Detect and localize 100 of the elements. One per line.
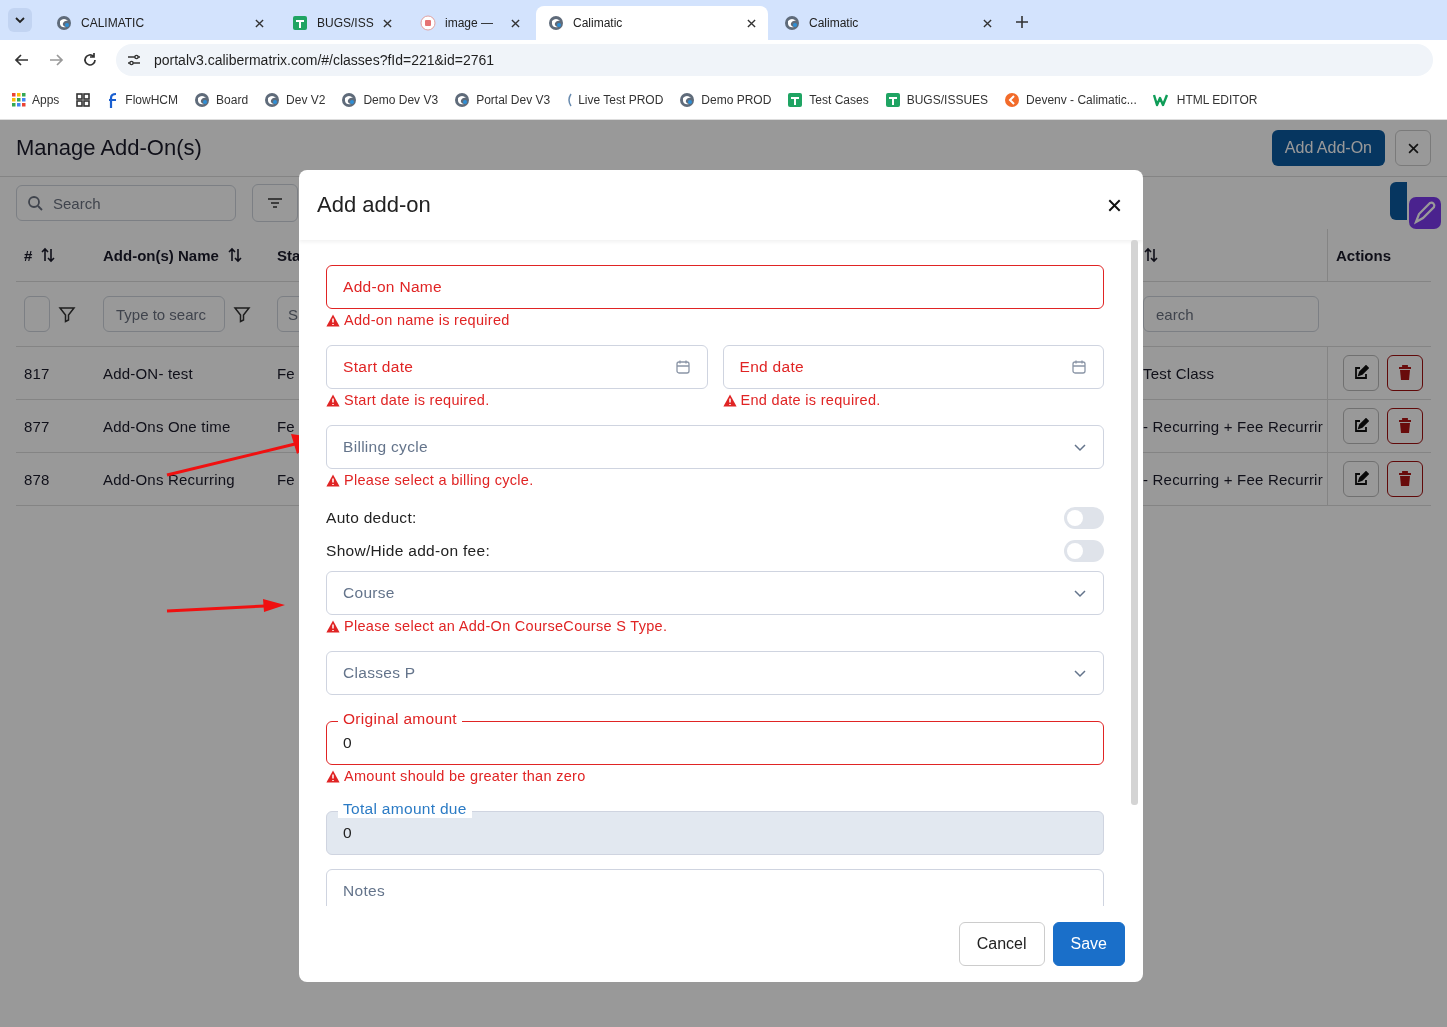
table-cell: Test Class xyxy=(1143,364,1215,382)
column-filter-field[interactable]: earch xyxy=(1143,296,1319,332)
browser-tab[interactable]: CALIMATIC xyxy=(44,6,276,40)
delete-button[interactable] xyxy=(1387,461,1423,497)
toggle-label: Show/Hide add-on fee: xyxy=(326,542,490,560)
close-icon[interactable] xyxy=(747,18,756,28)
bookmark[interactable]: HTML EDITOR xyxy=(1152,92,1258,107)
error-message: Add-on name is required xyxy=(344,312,510,328)
close-icon[interactable] xyxy=(255,18,264,28)
column-filter-field[interactable]: Type to searc xyxy=(103,296,225,332)
close-icon[interactable] xyxy=(983,18,992,28)
page-title: Manage Add-On(s) xyxy=(16,135,203,161)
close-icon[interactable] xyxy=(511,18,520,28)
edit-button[interactable] xyxy=(1343,355,1379,391)
add-button[interactable]: Add Add-On xyxy=(1271,130,1385,166)
save-button[interactable]: Save xyxy=(1052,922,1125,966)
date-field[interactable]: Start date xyxy=(326,345,708,389)
warning-icon xyxy=(326,393,340,407)
sort-icon[interactable] xyxy=(40,247,57,263)
back-icon[interactable] xyxy=(14,52,30,68)
grid-icon xyxy=(75,91,92,108)
bookmark[interactable]: FlowHCM xyxy=(107,91,179,108)
delete-button[interactable] xyxy=(1387,355,1423,391)
floating-label: Original amount xyxy=(338,710,462,728)
select-field[interactable]: Course xyxy=(326,571,1104,615)
globe-icon xyxy=(264,91,281,108)
table-cell: Fe xyxy=(277,417,295,435)
warning-icon xyxy=(722,393,737,407)
error-message: Amount should be greater than zero xyxy=(344,768,586,784)
bookmark[interactable]: BUGS/ISSUES xyxy=(884,91,989,108)
bookmark[interactable]: Demo PROD xyxy=(679,91,772,108)
cancel-button[interactable]: Cancel xyxy=(958,922,1045,966)
date-field[interactable]: End date xyxy=(722,345,1104,389)
close-icon[interactable] xyxy=(383,18,392,28)
browser-tab[interactable]: image — xyxy=(408,6,532,40)
globe-icon xyxy=(454,91,471,108)
calendar-icon[interactable] xyxy=(1071,359,1087,375)
address-bar[interactable]: portalv3.calibermatrix.com/#/classes?fId=221&id=2761 xyxy=(116,44,1433,76)
error-message: End date is required. xyxy=(740,392,881,408)
edit-button[interactable] xyxy=(1343,408,1379,444)
text-field[interactable]: Add-on Name xyxy=(326,265,1104,309)
warning-icon xyxy=(326,619,340,633)
bookmark[interactable]: Test Cases xyxy=(787,91,869,108)
trash-icon xyxy=(1398,365,1412,381)
tab-menu-button[interactable] xyxy=(8,8,32,32)
table-cell: Fe xyxy=(277,364,295,382)
bookmark[interactable]: Live Test PROD xyxy=(566,91,664,108)
search-field[interactable]: Search xyxy=(16,185,236,221)
site-settings-icon xyxy=(126,52,142,68)
table-cell: Add-ON- test xyxy=(103,364,193,382)
filter-icon[interactable] xyxy=(58,305,76,323)
browser-tab[interactable]: BUGS/ISS xyxy=(280,6,404,40)
toggle-label: Auto deduct: xyxy=(326,509,417,527)
column-header: Sta xyxy=(277,246,301,264)
browser-tab[interactable]: Calimatic xyxy=(536,6,768,40)
filter-button[interactable] xyxy=(1390,182,1407,220)
globe-icon xyxy=(341,91,358,108)
devenv-logo-icon xyxy=(1004,91,1021,108)
sort-icon[interactable] xyxy=(1143,247,1159,263)
bookmark[interactable]: Dev V2 xyxy=(264,91,326,108)
filter-lines-icon xyxy=(267,197,283,209)
calendar-icon[interactable] xyxy=(674,359,691,375)
warning-icon xyxy=(326,769,340,783)
delete-button[interactable] xyxy=(1387,408,1423,444)
column-header: # xyxy=(24,246,33,264)
bookmark[interactable]: Devenv - Calimatic... xyxy=(1004,91,1137,108)
filter-button[interactable] xyxy=(252,184,298,222)
toggle-switch[interactable] xyxy=(1064,540,1104,562)
table-cell: Add-Ons One time xyxy=(103,417,231,435)
table-cell: Fe xyxy=(277,470,295,488)
sort-icon[interactable] xyxy=(226,247,243,263)
spreadsheet-icon xyxy=(787,91,804,108)
dialog-title: Add add-on xyxy=(317,192,431,218)
bookmark[interactable] xyxy=(75,91,92,108)
select-field[interactable]: Billing cycle xyxy=(326,425,1104,469)
plus-icon[interactable] xyxy=(1016,16,1028,28)
column-header: Actions xyxy=(1336,246,1391,264)
close-icon[interactable] xyxy=(1407,142,1419,154)
forward-icon[interactable] xyxy=(48,52,64,68)
globe-icon xyxy=(679,91,696,108)
error-message: Please select an Add-On CourseCourse S Type. xyxy=(344,618,668,634)
text-field[interactable]: Notes xyxy=(326,869,1104,906)
table-cell: 817 xyxy=(24,364,50,382)
bookmark[interactable]: Board xyxy=(194,91,249,108)
reload-icon[interactable] xyxy=(82,52,98,68)
globe-icon xyxy=(784,15,800,31)
toggle-switch[interactable] xyxy=(1064,507,1104,529)
filter-icon[interactable] xyxy=(233,305,251,323)
bookmark[interactable]: Apps xyxy=(12,92,60,107)
table-cell: 878 xyxy=(24,470,50,488)
edit-button[interactable] xyxy=(1343,461,1379,497)
browser-tab[interactable]: Calimatic xyxy=(772,6,1004,40)
spreadsheet-icon xyxy=(884,91,901,108)
select-field[interactable]: Classes P xyxy=(326,651,1104,695)
pen-icon[interactable] xyxy=(1407,194,1443,231)
scrollbar-thumb[interactable] xyxy=(1131,240,1138,805)
bookmark[interactable]: Portal Dev V3 xyxy=(454,91,551,108)
column-filter-field[interactable] xyxy=(24,296,50,332)
bookmark[interactable]: Demo Dev V3 xyxy=(341,91,439,108)
w-logo-icon xyxy=(1152,92,1171,107)
